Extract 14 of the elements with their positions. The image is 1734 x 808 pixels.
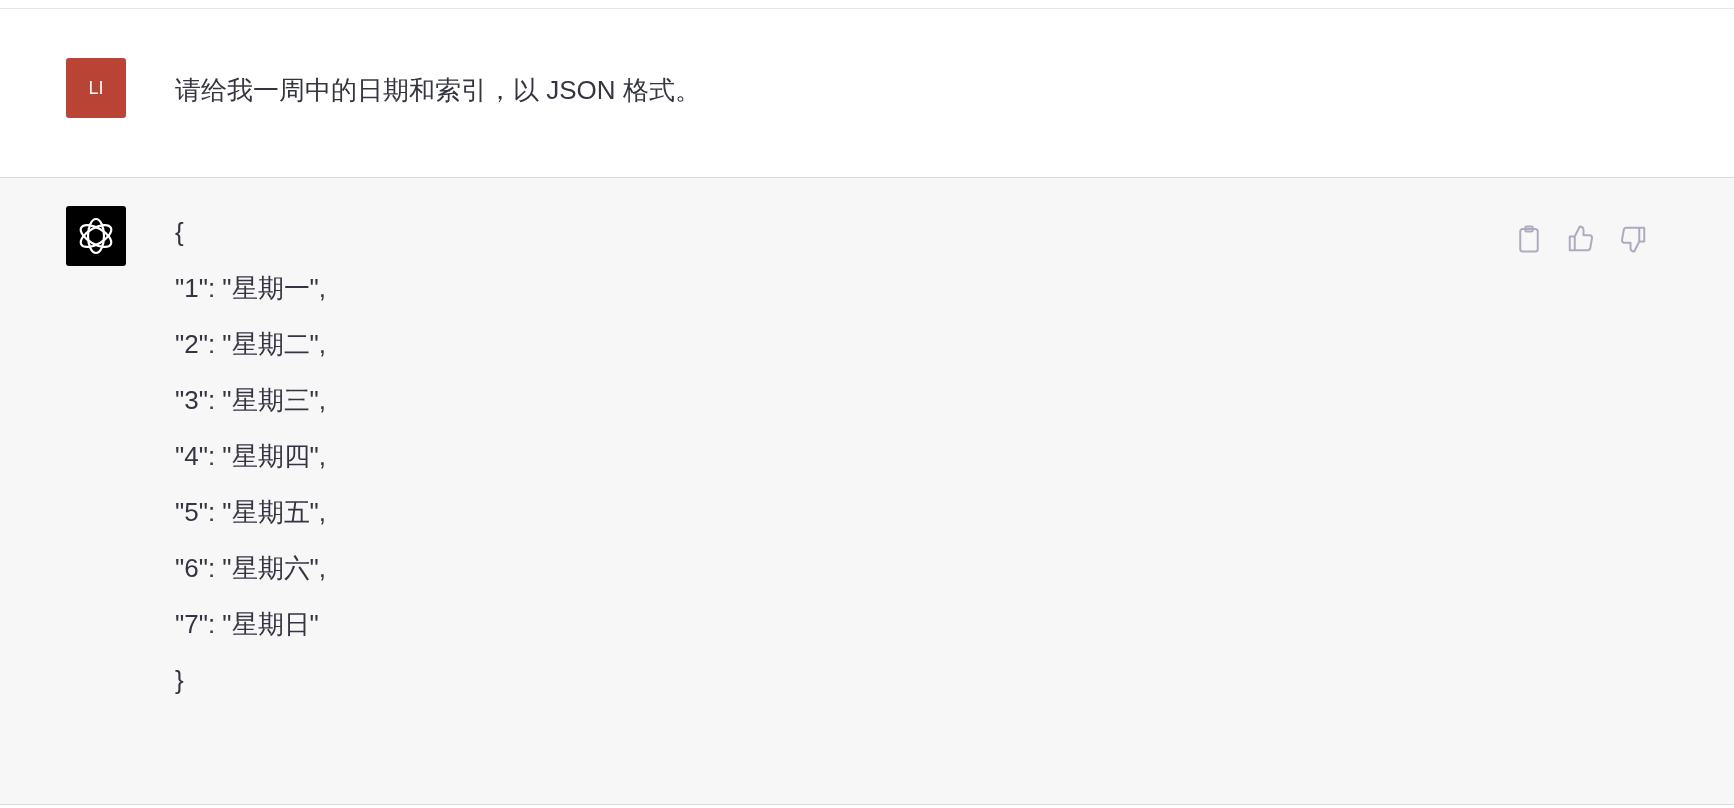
code-line: "5": "星期五", (175, 496, 327, 529)
code-line: "3": "星期三", (175, 384, 327, 417)
code-line: { (175, 216, 184, 249)
user-message: 请给我一周中的日期和索引，以 JSON 格式。 (175, 74, 701, 107)
code-line: "1": "星期一", (175, 272, 327, 305)
code-line: "7": "星期日" (175, 608, 319, 641)
thumbs-up-icon[interactable] (1566, 224, 1596, 254)
code-line: } (175, 664, 184, 697)
assistant-logo-icon (66, 206, 126, 266)
code-line: "6": "星期六", (175, 552, 327, 585)
user-avatar: LI (66, 58, 126, 118)
code-line: "4": "星期四", (175, 440, 327, 473)
code-line: "2": "星期二", (175, 328, 327, 361)
thumbs-down-icon[interactable] (1618, 224, 1648, 254)
